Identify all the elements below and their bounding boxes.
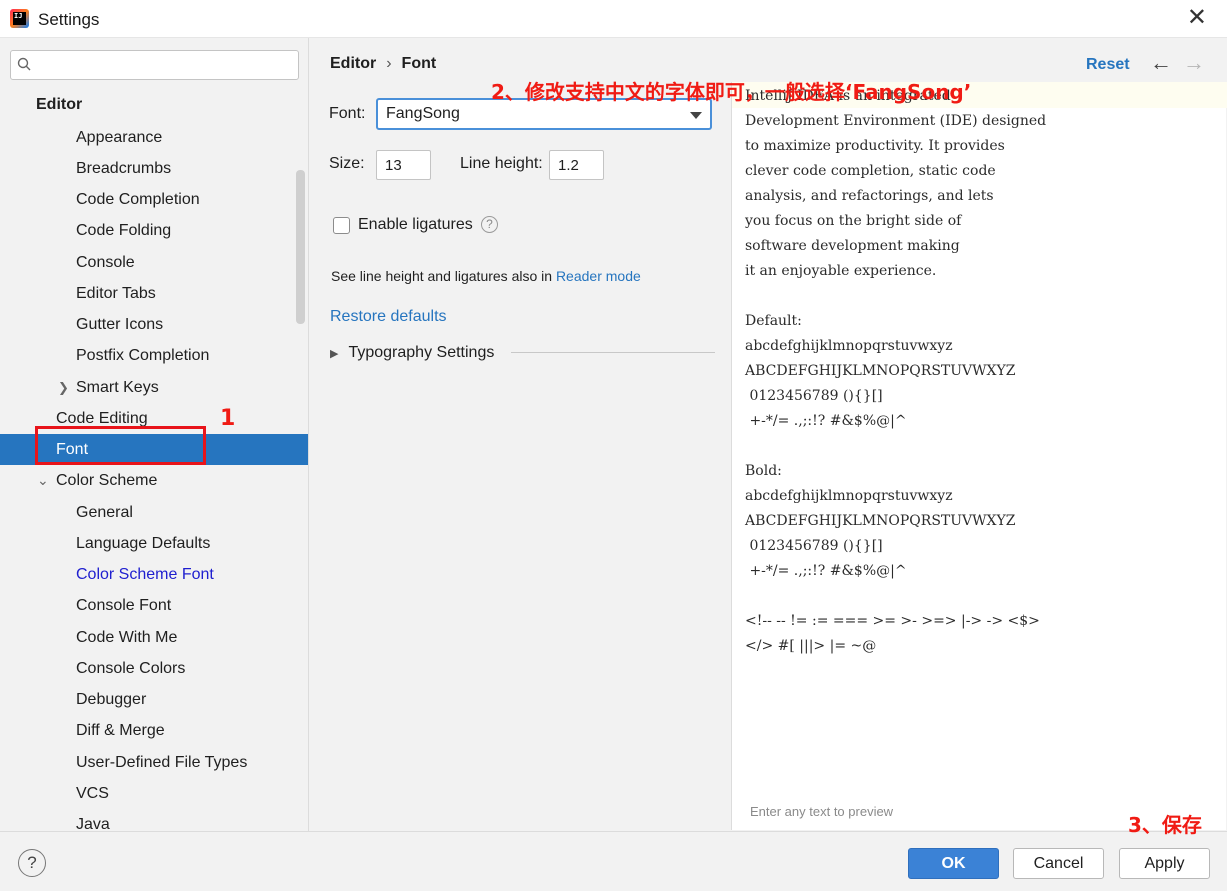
sidebar-item-color-scheme[interactable]: ⌄ Color Scheme	[0, 465, 308, 496]
sidebar-item-console[interactable]: Console	[0, 247, 308, 278]
dialog-footer: ? OK Cancel Apply	[0, 831, 1227, 891]
enable-ligatures-checkbox[interactable]	[333, 217, 350, 234]
preview-text: IntelliJ IDEA is an integrated Developme…	[745, 84, 1046, 659]
close-icon[interactable]: ✕	[1187, 6, 1207, 30]
annotation-highlight-box	[35, 426, 206, 465]
forward-arrow-icon[interactable]: →	[1183, 51, 1205, 75]
preview-line: 0123456789 (){}[]	[745, 388, 883, 404]
ok-button[interactable]: OK	[908, 848, 999, 879]
help-icon[interactable]: ?	[481, 216, 498, 233]
sidebar-item-console-font[interactable]: Console Font	[0, 590, 308, 621]
window-title: Settings	[38, 10, 100, 29]
search-input[interactable]	[41, 55, 291, 75]
preview-line: <!-- -- != := === >= >- >=> |-> -> <$>	[745, 613, 1040, 629]
preview-line: ABCDEFGHIJKLMNOPQRSTUVWXYZ	[745, 363, 1016, 379]
preview-line: analysis, and refactorings, and lets	[745, 188, 994, 204]
back-arrow-icon[interactable]: ←	[1150, 51, 1172, 75]
sidebar-item-java[interactable]: Java	[0, 809, 308, 831]
sidebar-item-code-completion[interactable]: Code Completion	[0, 184, 308, 215]
intellij-app-icon: IJ	[10, 9, 29, 28]
sidebar-item-user-defined-file-types[interactable]: User-Defined File Types	[0, 747, 308, 778]
preview-line: to maximize productivity. It provides	[745, 138, 1005, 154]
sidebar-item-color-scheme-font[interactable]: Color Scheme Font	[0, 559, 308, 590]
preview-line: clever code completion, static code	[745, 163, 996, 179]
preview-line: </> #[ |||> |= ~@	[745, 638, 877, 654]
sidebar-item-language-defaults[interactable]: Language Defaults	[0, 528, 308, 559]
sidebar-item-smart-keys[interactable]: ❯ Smart Keys	[0, 372, 308, 403]
sidebar-item-code-folding[interactable]: Code Folding	[0, 215, 308, 246]
sidebar-item-code-with-me[interactable]: Code With Me	[0, 622, 308, 653]
preview-line: Development Environment (IDE) designed	[745, 113, 1047, 129]
sidebar-item-gutter-icons[interactable]: Gutter Icons	[0, 309, 308, 340]
preview-line	[745, 434, 1046, 459]
sidebar-item-editor-tabs[interactable]: Editor Tabs	[0, 278, 308, 309]
preview-line: ABCDEFGHIJKLMNOPQRSTUVWXYZ	[745, 513, 1016, 529]
font-dropdown-value: FangSong	[386, 105, 460, 122]
breadcrumb-separator: ›	[386, 55, 392, 72]
cancel-button[interactable]: Cancel	[1013, 848, 1104, 879]
preview-line: you focus on the bright side of	[745, 213, 962, 229]
preview-line: Bold:	[745, 463, 782, 479]
restore-defaults-link[interactable]: Restore defaults	[330, 308, 447, 326]
chevron-down-icon[interactable]: ⌄	[37, 465, 49, 496]
ligatures-hint: See line height and ligatures also in Re…	[331, 268, 641, 284]
chevron-right-icon[interactable]: ❯	[58, 372, 69, 403]
font-preview-area[interactable]: IntelliJ IDEA is an integrated Developme…	[731, 82, 1227, 830]
annotation-step-3: 3、保存	[1128, 813, 1202, 837]
sidebar-item-postfix-completion[interactable]: Postfix Completion	[0, 340, 308, 371]
preview-line: +-*/= .,;:!? #&$%@|^	[745, 563, 907, 579]
sidebar-item-breadcrumbs[interactable]: Breadcrumbs	[0, 153, 308, 184]
preview-placeholder: Enter any text to preview	[750, 804, 894, 819]
size-label: Size:	[329, 155, 365, 172]
sidebar-item-diff-merge[interactable]: Diff & Merge	[0, 715, 308, 746]
help-button[interactable]: ?	[18, 849, 46, 877]
reset-button[interactable]: Reset	[1086, 56, 1130, 74]
preview-line	[745, 584, 1046, 609]
breadcrumb-parent[interactable]: Editor	[330, 55, 376, 72]
preview-line: software development making	[745, 238, 960, 254]
sidebar-item-editor[interactable]: Editor	[0, 89, 308, 120]
font-label: Font:	[329, 105, 366, 122]
sidebar-item-general[interactable]: General	[0, 497, 308, 528]
breadcrumb-current: Font	[401, 55, 437, 72]
annotation-step-2: 2、修改支持中文的字体即可，一般选择‘FangSong’	[491, 80, 972, 104]
typography-settings-toggle[interactable]: ▶ Typography Settings	[330, 344, 494, 362]
preview-line: Default:	[745, 313, 802, 329]
apply-button[interactable]: Apply	[1119, 848, 1210, 879]
preview-line: it an enjoyable experience.	[745, 263, 937, 279]
breadcrumb: Editor › Font	[330, 55, 436, 73]
chevron-right-icon: ▶	[330, 348, 339, 360]
settings-search-box[interactable]	[10, 50, 299, 80]
line-height-input[interactable]	[549, 150, 604, 180]
reader-mode-link[interactable]: Reader mode	[556, 268, 641, 284]
sidebar-item-console-colors[interactable]: Console Colors	[0, 653, 308, 684]
annotation-step-1: 1	[220, 406, 236, 431]
chevron-down-icon	[690, 112, 702, 119]
preview-line	[745, 284, 1046, 309]
font-size-input[interactable]	[376, 150, 431, 180]
preview-line: 0123456789 (){}[]	[745, 538, 883, 554]
preview-line: abcdefghijklmnopqrstuvwxyz	[745, 488, 953, 504]
sidebar-item-appearance[interactable]: Appearance	[0, 122, 308, 153]
sidebar-scrollbar[interactable]	[296, 170, 305, 324]
sidebar-item-vcs[interactable]: VCS	[0, 778, 308, 809]
search-icon	[17, 57, 31, 71]
font-settings-panel: Editor › Font Reset ← → Font: FangSong Siz…	[310, 38, 1227, 831]
title-bar: IJ Settings ✕	[0, 0, 1227, 38]
line-height-label: Line height:	[460, 155, 543, 172]
preview-line: +-*/= .,;:!? #&$%@|^	[745, 413, 907, 429]
preview-line: abcdefghijklmnopqrstuvwxyz	[745, 338, 953, 354]
section-divider	[511, 352, 715, 353]
enable-ligatures-label[interactable]: Enable ligatures	[358, 216, 473, 234]
sidebar-item-debugger[interactable]: Debugger	[0, 684, 308, 715]
